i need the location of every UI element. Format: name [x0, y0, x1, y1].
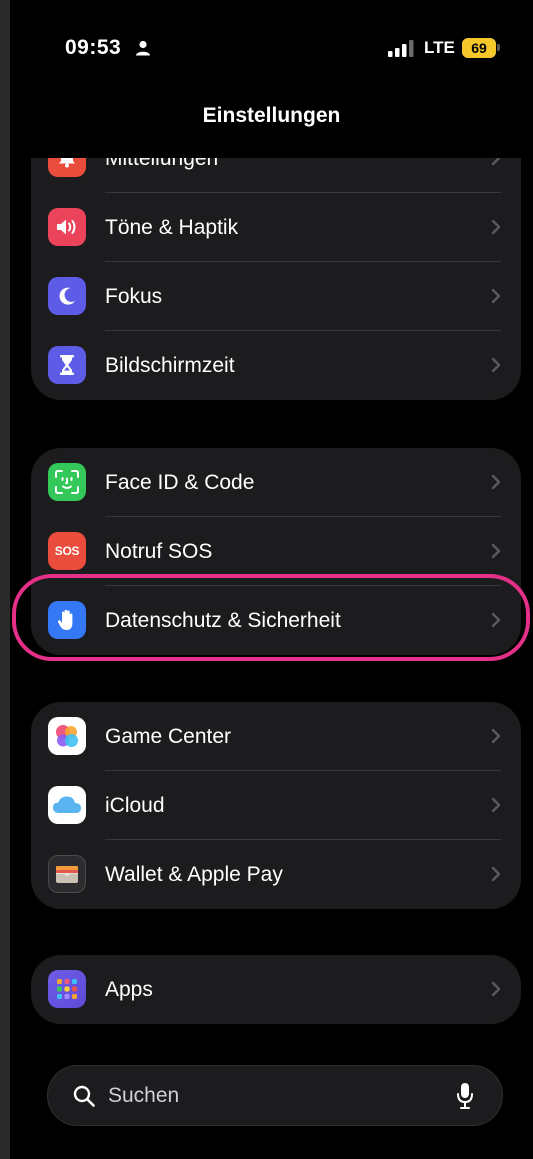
cellular-signal-icon	[388, 40, 414, 57]
face-id-icon	[48, 463, 86, 501]
settings-item-label: Datenschutz & Sicherheit	[105, 609, 341, 632]
apps-grid-icon	[48, 970, 86, 1008]
chevron-right-icon	[491, 357, 501, 373]
speaker-icon	[48, 208, 86, 246]
search-placeholder: Suchen	[108, 1084, 180, 1107]
chevron-right-icon	[491, 728, 501, 744]
chevron-right-icon	[491, 797, 501, 813]
chevron-right-icon	[491, 866, 501, 882]
settings-item-icloud[interactable]: iCloud	[31, 771, 521, 840]
settings-item-mitteilungen[interactable]: Mitteilungen	[31, 158, 521, 193]
moon-icon	[48, 277, 86, 315]
chevron-right-icon	[491, 612, 501, 628]
settings-item-fokus[interactable]: Fokus	[31, 262, 521, 331]
settings-item-label: Mitteilungen	[105, 158, 219, 170]
wallet-icon	[48, 855, 86, 893]
sos-icon: SOS	[48, 532, 86, 570]
settings-group-2: Face ID & Code SOS Notruf SOS Datenschut…	[31, 448, 521, 655]
search-icon	[73, 1085, 95, 1107]
settings-item-face-id-code[interactable]: Face ID & Code	[31, 448, 521, 517]
hand-icon	[48, 601, 86, 639]
chevron-right-icon	[491, 981, 501, 997]
settings-item-label: Game Center	[105, 725, 232, 748]
chevron-right-icon	[491, 219, 501, 235]
window-edge	[0, 0, 10, 1159]
microphone-icon[interactable]	[456, 1082, 474, 1110]
settings-item-label: iCloud	[105, 794, 165, 817]
settings-item-label: Bildschirmzeit	[105, 354, 235, 377]
settings-group-3: Game Center iCloud Wallet & Apple Pay	[31, 702, 521, 909]
bell-icon	[48, 158, 86, 177]
settings-item-label: Fokus	[105, 285, 163, 308]
settings-item-bildschirmzeit[interactable]: Bildschirmzeit	[31, 331, 521, 400]
settings-item-label: Apps	[105, 978, 153, 1001]
status-time: 09:53	[65, 36, 122, 59]
hourglass-icon	[48, 346, 86, 384]
battery-cap	[497, 44, 500, 51]
page-title: Einstellungen	[202, 104, 341, 127]
settings-item-label: Notruf SOS	[105, 540, 213, 563]
settings-item-label: Face ID & Code	[105, 471, 255, 494]
chevron-right-icon	[491, 158, 501, 166]
game-center-icon	[48, 717, 86, 755]
iphone-screen: 09:53 LTE 69 Einstellungen Mitteilungen	[10, 0, 533, 1159]
person-icon	[136, 40, 150, 56]
chevron-right-icon	[491, 474, 501, 490]
settings-item-label: Töne & Haptik	[105, 216, 239, 239]
settings-item-datenschutz-sicherheit[interactable]: Datenschutz & Sicherheit	[31, 586, 521, 655]
settings-item-game-center[interactable]: Game Center	[31, 702, 521, 771]
network-type: LTE	[424, 38, 455, 57]
settings-item-notruf-sos[interactable]: SOS Notruf SOS	[31, 517, 521, 586]
chevron-right-icon	[491, 288, 501, 304]
cloud-icon	[48, 786, 86, 824]
battery-indicator: 69	[462, 38, 496, 58]
settings-group-4: Apps	[31, 955, 521, 1024]
settings-item-toene-haptik[interactable]: Töne & Haptik	[31, 193, 521, 262]
chevron-right-icon	[491, 543, 501, 559]
settings-item-apps[interactable]: Apps	[31, 955, 521, 1024]
settings-item-label: Wallet & Apple Pay	[105, 863, 283, 886]
settings-group-1: Mitteilungen Töne & Haptik Fokus Bildsch…	[31, 158, 521, 400]
settings-list[interactable]: Mitteilungen Töne & Haptik Fokus Bildsch…	[10, 158, 533, 1159]
sos-badge-text: SOS	[54, 544, 80, 558]
settings-item-wallet-apple-pay[interactable]: Wallet & Apple Pay	[31, 840, 521, 909]
search-bar[interactable]: Suchen	[47, 1065, 503, 1126]
